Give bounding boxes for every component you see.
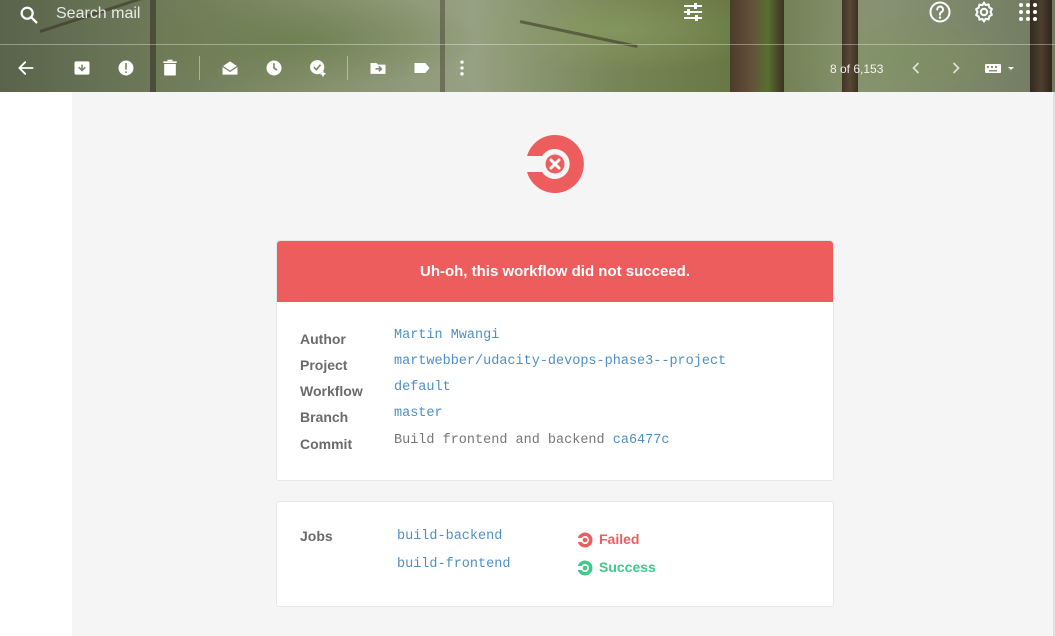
job-status-success-text: Success [599,559,656,575]
workflow-label: Workflow [300,383,363,399]
toolbar-separator [199,56,200,80]
snooze-clock-icon[interactable] [264,58,284,78]
project-link[interactable]: martwebber/udacity-devops-phase3--projec… [394,354,726,369]
project-label: Project [300,357,348,373]
gmail-header: 8 of 6,153 [0,0,1055,92]
toolbar-separator [347,56,348,80]
search-bar [0,0,640,32]
settings-gear-icon[interactable] [972,0,996,24]
job-build-frontend-link[interactable]: build-frontend [397,557,510,572]
branch-label: Branch [300,409,349,425]
branch-row: Branch master [300,406,810,426]
workflow-link[interactable]: default [394,380,451,395]
commit-value: Build frontend and backend ca6477c [394,433,669,448]
circleci-failed-status-icon [577,532,593,548]
label-tag-icon[interactable] [412,58,432,78]
report-spam-icon[interactable] [116,58,136,78]
author-label: Author [300,331,346,347]
back-arrow-icon[interactable] [16,58,36,78]
email-content: Uh-oh, this workflow did not succeed. Au… [72,92,1053,636]
archive-icon[interactable] [72,58,92,78]
search-icon[interactable] [18,4,40,26]
failure-banner: Uh-oh, this workflow did not succeed. [277,241,833,302]
search-options-icon[interactable] [681,0,705,24]
jobs-label: Jobs [300,528,333,544]
keyboard-input-tools-icon[interactable] [984,58,1018,78]
project-row: Project martwebber/udacity-devops-phase3… [300,354,810,374]
mark-as-unread-icon[interactable] [220,58,240,78]
commit-hash-link[interactable]: ca6477c [613,433,670,448]
jobs-card: Jobs build-backend Failed build-frontend… [276,501,834,607]
author-link[interactable]: Martin Mwangi [394,328,499,343]
commit-message: Build frontend and backend [394,433,605,448]
job-build-backend-link[interactable]: build-backend [397,529,502,544]
help-icon[interactable] [928,0,952,24]
circleci-failed-logo-icon [527,135,584,193]
search-input[interactable] [56,3,616,25]
delete-trash-icon[interactable] [160,58,180,78]
circleci-success-status-icon [577,560,593,576]
pagination-count: 8 of 6,153 [830,62,884,76]
author-row: Author Martin Mwangi [300,328,810,348]
commit-label: Commit [300,436,353,452]
toolbar-divider [0,44,1055,45]
workflow-row: Workflow default [300,380,810,400]
more-options-icon[interactable] [452,58,472,78]
move-to-icon[interactable] [368,58,388,78]
older-chevron-right-icon[interactable] [946,58,966,78]
add-to-tasks-icon[interactable] [308,58,328,78]
commit-row: Commit Build frontend and backend ca6477… [300,433,810,453]
job-status-failed-text: Failed [599,531,640,547]
workflow-summary-card: Uh-oh, this workflow did not succeed. Au… [276,240,834,481]
apps-grid-icon[interactable] [1016,0,1040,24]
branch-link[interactable]: master [394,406,443,421]
newer-chevron-left-icon[interactable] [906,58,926,78]
